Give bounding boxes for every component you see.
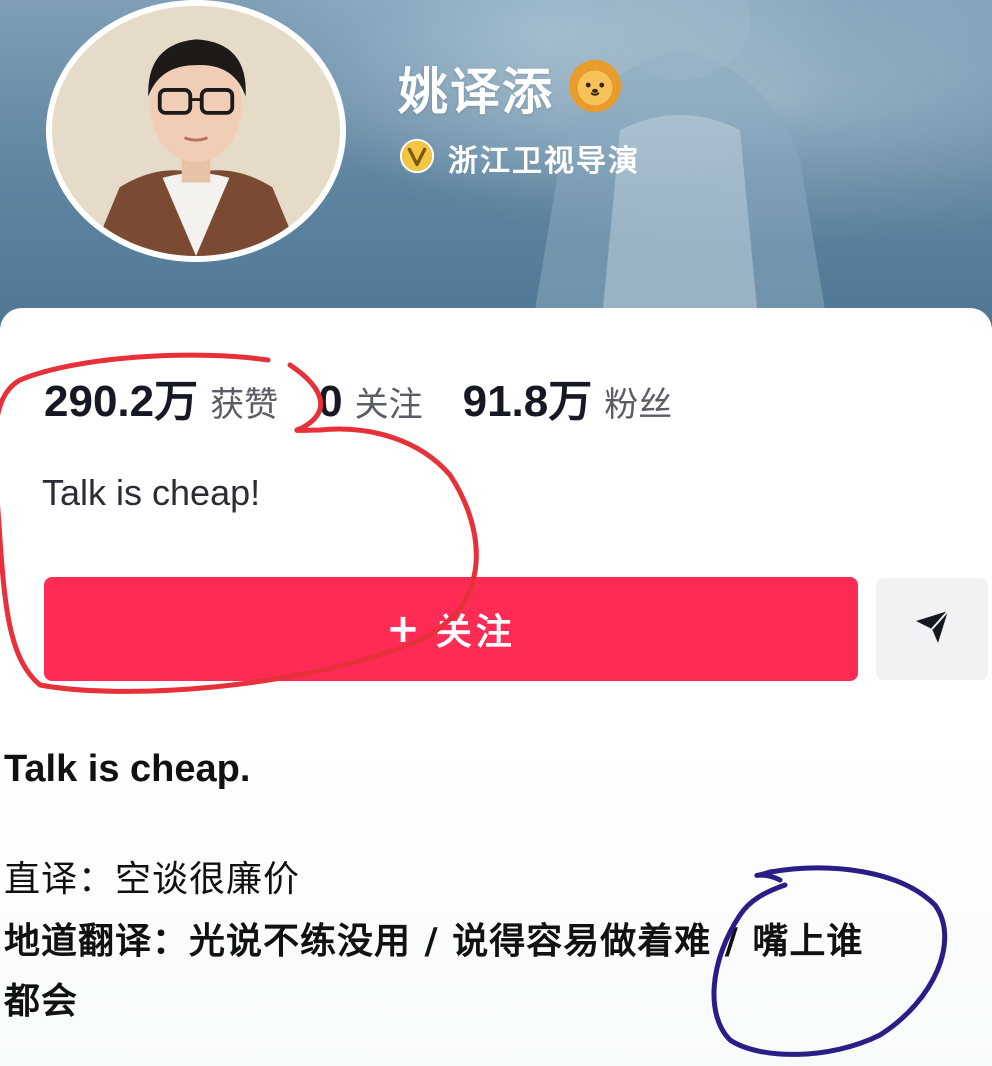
profile-stats: 290.2万 获赞 0 关注 91.8万 粉丝	[44, 365, 712, 429]
stat-following-label: 关注	[354, 385, 423, 425]
profile-avatar[interactable]	[46, 0, 346, 262]
profile-bio: Talk is cheap!	[42, 472, 261, 513]
stat-likes[interactable]: 290.2万 获赞	[44, 365, 278, 429]
stat-followers-label: 粉丝	[604, 385, 673, 425]
verification-text: 浙江卫视导演	[448, 144, 640, 179]
caption-title: Talk is cheap.	[4, 748, 251, 790]
verified-v-icon	[398, 137, 436, 179]
follow-button-label: 关注	[435, 612, 516, 653]
stat-followers-value: 91.8万	[462, 377, 593, 426]
stat-following[interactable]: 0 关注	[318, 377, 422, 427]
stat-likes-label: 获赞	[210, 385, 279, 425]
avatar-portrait-image	[52, 6, 340, 256]
stat-following-value: 0	[318, 377, 343, 426]
follow-button[interactable]: + 关注	[44, 577, 858, 681]
stat-likes-value: 290.2万	[44, 377, 199, 426]
lion-badge-icon[interactable]	[566, 57, 624, 119]
caption-idiomatic-translation-cont: 都会	[4, 981, 79, 1022]
plus-icon: +	[386, 606, 424, 652]
share-arrow-icon	[912, 607, 952, 651]
caption-idiomatic-translation: 地道翻译：光说不练没用 / 说得容易做着难 / 嘴上谁	[4, 921, 864, 962]
caption-literal-translation: 直译：空谈很廉价	[4, 859, 301, 900]
nickname-row: 姚译添	[398, 52, 624, 124]
share-button[interactable]	[876, 578, 988, 680]
nickname: 姚译添	[398, 63, 554, 121]
verification-row: 浙江卫视导演	[398, 136, 640, 180]
stat-followers[interactable]: 91.8万 粉丝	[463, 365, 673, 429]
